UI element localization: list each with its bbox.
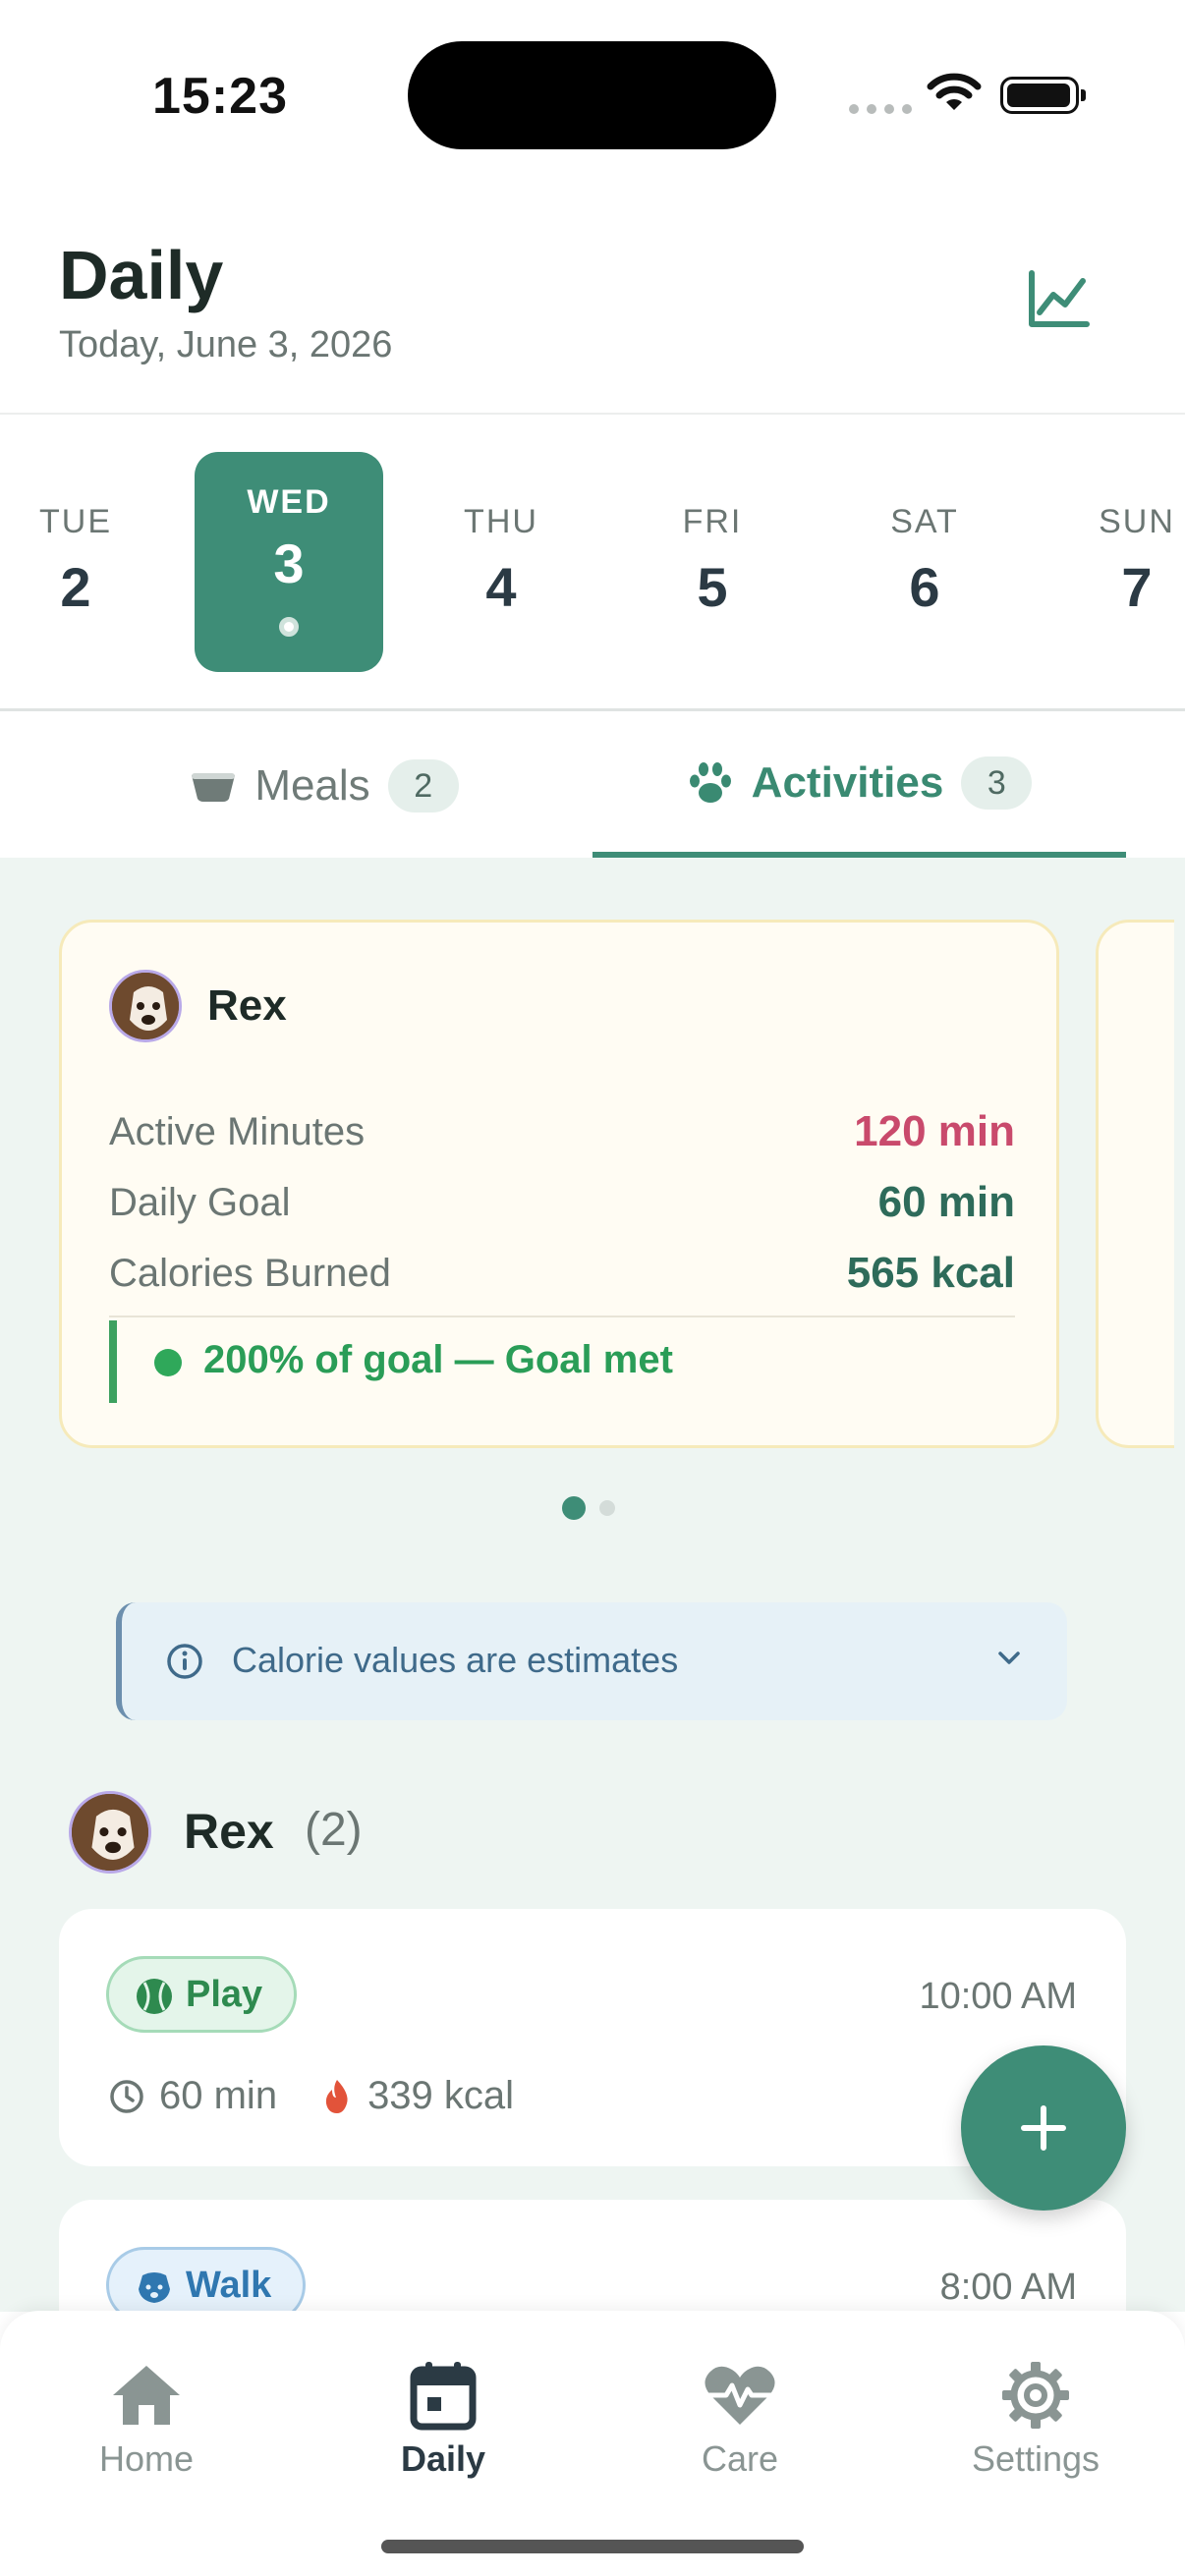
day-name: THU xyxy=(464,503,538,540)
food-bowl-icon xyxy=(192,773,236,802)
goal-status-text: 200% of goal — Goal met xyxy=(203,1338,673,1381)
day-sat[interactable]: SAT 6 xyxy=(830,452,1019,672)
day-thu[interactable]: THU 4 xyxy=(407,452,595,672)
trends-chart-button[interactable] xyxy=(1022,265,1097,334)
info-icon xyxy=(167,1644,202,1679)
goal-status-dot xyxy=(154,1349,182,1376)
calendar-icon xyxy=(410,2362,477,2431)
activity-time: 8:00 AM xyxy=(939,2267,1077,2308)
line-chart-icon xyxy=(1029,270,1090,327)
nav-daily-label: Daily xyxy=(400,2438,486,2479)
chevron-down-icon xyxy=(998,1652,1020,1664)
calories-burned-row: Calories Burned 565 kcal xyxy=(109,1244,1015,1303)
plus-icon xyxy=(1021,2105,1066,2151)
calories-burned-value: 565 kcal xyxy=(846,1249,1015,1297)
goal-status: 200% of goal — Goal met xyxy=(109,1320,1015,1403)
add-activity-button[interactable] xyxy=(961,2045,1126,2211)
daily-goal-row: Daily Goal 60 min xyxy=(109,1173,1015,1232)
daily-goal-value: 60 min xyxy=(877,1178,1015,1226)
dynamic-island xyxy=(408,41,776,149)
daily-goal-label: Daily Goal xyxy=(109,1180,291,1224)
gear-icon xyxy=(1002,2362,1069,2429)
day-name: TUE xyxy=(39,503,112,540)
activity-summary-card[interactable]: Rex Active Minutes 120 min Daily Goal 60… xyxy=(59,920,1059,1448)
day-sun[interactable]: SUN 7 xyxy=(1043,452,1185,672)
day-name: FRI xyxy=(682,503,743,540)
nav-care-label: Care xyxy=(701,2438,779,2479)
pager-dot[interactable] xyxy=(599,1500,615,1516)
nav-daily[interactable]: Daily xyxy=(335,2360,551,2480)
active-minutes-row: Active Minutes 120 min xyxy=(109,1102,1015,1161)
nav-home[interactable]: Home xyxy=(38,2360,254,2480)
page-date: Today, June 3, 2026 xyxy=(59,324,393,365)
flame-icon xyxy=(325,2079,348,2113)
active-minutes-label: Active Minutes xyxy=(109,1109,366,1153)
dog-icon xyxy=(139,2272,170,2303)
pet-avatar xyxy=(109,970,182,1042)
day-number: 4 xyxy=(485,556,517,618)
paw-icon xyxy=(689,762,731,803)
battery-icon xyxy=(1000,77,1086,114)
nav-settings-label: Settings xyxy=(971,2438,1100,2479)
activity-card-walk[interactable]: Walk 8:00 AM xyxy=(59,2200,1126,2312)
day-tue[interactable]: TUE 2 xyxy=(0,452,170,672)
pet-group-name: Rex xyxy=(184,1804,274,1859)
day-number: 3 xyxy=(273,532,305,594)
day-name: SAT xyxy=(890,503,959,540)
day-name: WED xyxy=(247,483,331,521)
nav-home-label: Home xyxy=(98,2438,195,2479)
nav-settings[interactable]: Settings xyxy=(928,2360,1144,2480)
day-fri[interactable]: FRI 5 xyxy=(618,452,807,672)
activity-type-label: Play xyxy=(186,1974,263,2015)
home-icon xyxy=(113,2366,180,2425)
page-title: Daily xyxy=(59,237,224,313)
heart-pulse-icon xyxy=(705,2366,775,2425)
tab-activities[interactable]: Activities 3 xyxy=(592,714,1126,858)
calorie-info-banner[interactable]: Calorie values are estimates xyxy=(116,1602,1067,1720)
activities-count-badge: 3 xyxy=(961,756,1033,810)
day-number: 2 xyxy=(60,556,91,618)
day-number: 7 xyxy=(1121,556,1153,618)
activity-time: 10:00 AM xyxy=(919,1976,1077,2017)
summary-pager xyxy=(562,1496,615,1520)
today-indicator-dot xyxy=(279,617,299,637)
tab-bar: Meals 2 Activities 3 xyxy=(0,714,1185,858)
active-minutes-value: 120 min xyxy=(854,1107,1015,1155)
card-divider xyxy=(109,1316,1015,1317)
tab-activities-label: Activities xyxy=(751,758,944,807)
page-header: Daily Today, June 3, 2026 xyxy=(0,187,1185,415)
day-name: SUN xyxy=(1099,503,1175,540)
info-banner-text: Calorie values are estimates xyxy=(232,1640,679,1680)
wifi-icon xyxy=(927,73,982,110)
status-time: 15:23 xyxy=(152,68,288,125)
status-bar: 15:23 xyxy=(0,0,1185,187)
week-day-strip: TUE 2 WED 3 THU 4 FRI 5 SAT 6 SUN 7 xyxy=(0,417,1185,711)
ball-icon xyxy=(137,1979,172,2014)
clock-icon xyxy=(110,2079,143,2113)
activity-calories: 339 kcal xyxy=(367,2074,515,2117)
cellular-signal-icon xyxy=(849,104,912,114)
day-number: 5 xyxy=(697,556,728,618)
day-wed-selected[interactable]: WED 3 xyxy=(195,452,383,672)
bottom-navigation: Home Daily Care Settings xyxy=(0,2311,1185,2576)
activity-type-label: Walk xyxy=(186,2265,272,2306)
meals-count-badge: 2 xyxy=(387,759,459,812)
tab-meals[interactable]: Meals 2 xyxy=(157,714,491,858)
tab-meals-label: Meals xyxy=(254,761,370,810)
pet-group-count: (2) xyxy=(305,1804,363,1856)
day-number: 6 xyxy=(909,556,940,618)
next-summary-card-peek[interactable] xyxy=(1096,920,1174,1448)
pager-dot-active[interactable] xyxy=(562,1496,586,1520)
activity-type-chip: Walk xyxy=(106,2247,307,2312)
activity-duration: 60 min xyxy=(159,2074,278,2117)
pet-group-avatar xyxy=(69,1791,151,1874)
activity-type-chip: Play xyxy=(106,1956,298,2033)
home-indicator[interactable] xyxy=(381,2540,804,2553)
calories-burned-label: Calories Burned xyxy=(109,1251,391,1295)
pet-name: Rex xyxy=(207,981,287,1030)
activity-meta: 60 min 339 kcal xyxy=(108,2074,514,2118)
nav-care[interactable]: Care xyxy=(632,2360,848,2480)
